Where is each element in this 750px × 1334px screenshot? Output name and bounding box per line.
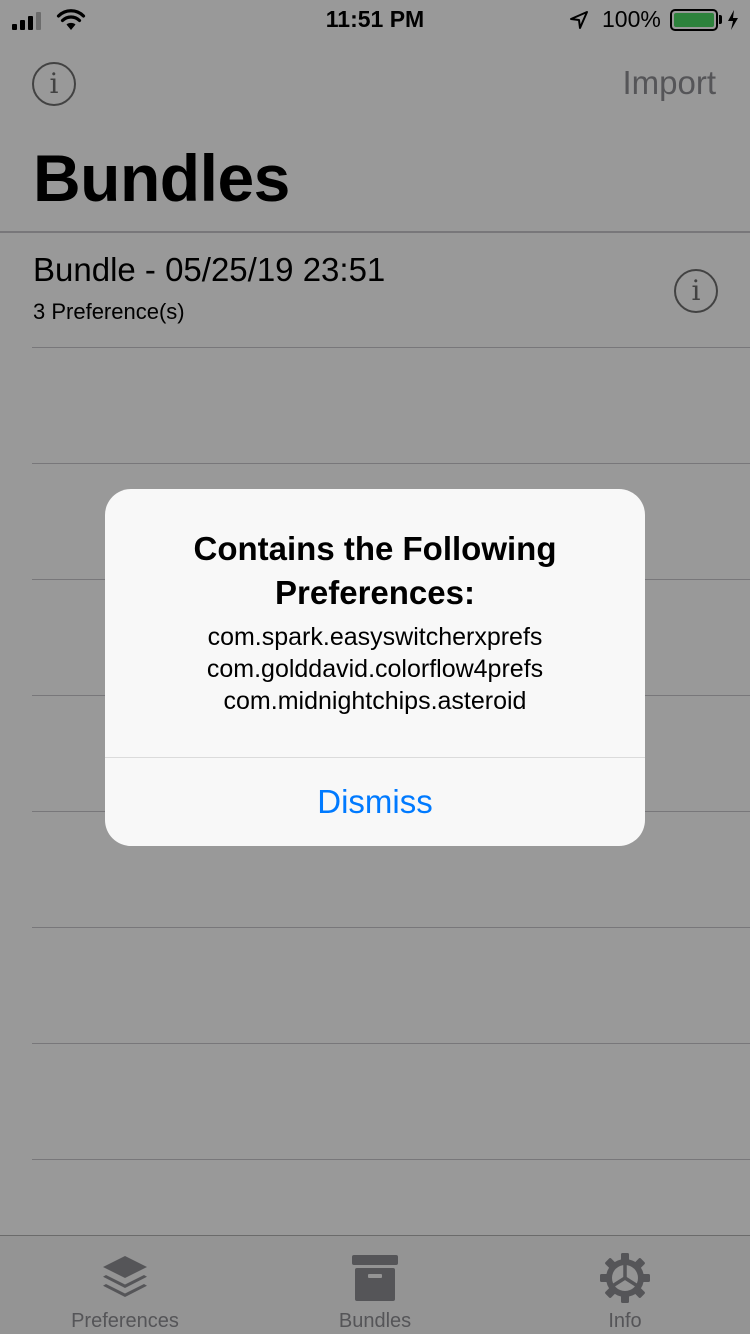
- alert-message-line: com.spark.easyswitcherxprefs: [207, 623, 543, 651]
- alert-message: com.spark.easyswitcherxprefs com.golddav…: [125, 621, 625, 717]
- alert-message-line: com.golddavid.colorflow4prefs: [206, 655, 544, 683]
- alert-title: Contains the Following Preferences:: [193, 530, 557, 611]
- alert-dialog: Contains the Following Preferences: com.…: [105, 489, 645, 846]
- dismiss-button[interactable]: Dismiss: [105, 758, 645, 846]
- alert-message-line: com.midnightchips.asteroid: [223, 687, 527, 715]
